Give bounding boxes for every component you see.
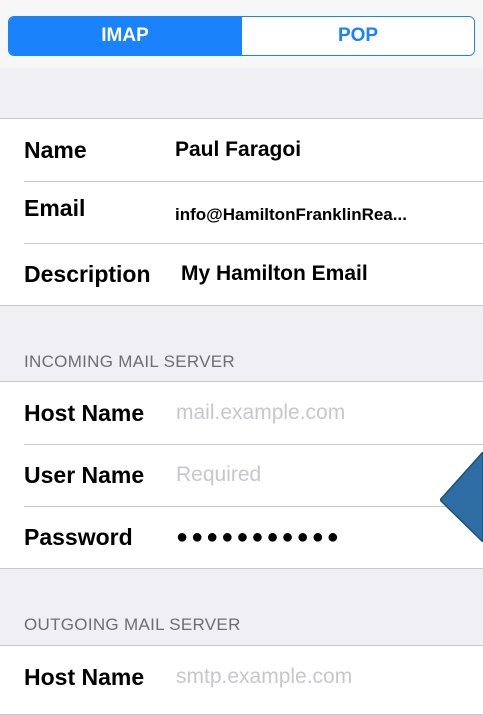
pop-segment[interactable]: POP xyxy=(241,17,474,55)
user-name-input[interactable]: Required xyxy=(176,463,261,487)
incoming-host-label: Host Name xyxy=(24,399,145,426)
user-name-row[interactable]: User Name Required xyxy=(0,444,483,506)
outgoing-server-group: Host Name smtp.example.com xyxy=(0,645,483,715)
pointer-arrow-icon xyxy=(440,452,483,542)
imap-segment[interactable]: IMAP xyxy=(9,17,241,55)
description-label: Description xyxy=(24,260,151,287)
incoming-server-header: INCOMING MAIL SERVER xyxy=(24,352,235,371)
description-row[interactable]: Description My Hamilton Email xyxy=(0,243,483,305)
incoming-host-input[interactable]: mail.example.com xyxy=(176,401,345,425)
name-label: Name xyxy=(24,136,87,163)
protocol-segmented-control: IMAP POP xyxy=(8,16,475,56)
protocol-selector-bar: IMAP POP xyxy=(0,0,483,68)
outgoing-host-input[interactable]: smtp.example.com xyxy=(176,665,352,689)
outgoing-server-header: OUTGOING MAIL SERVER xyxy=(24,615,241,634)
name-row[interactable]: Name Paul Faragoi xyxy=(0,119,483,181)
incoming-server-group: Host Name mail.example.com User Name Req… xyxy=(0,381,483,569)
email-row[interactable]: Email info@HamiltonFranklinRea... xyxy=(0,181,483,243)
incoming-host-row[interactable]: Host Name mail.example.com xyxy=(0,382,483,444)
password-label: Password xyxy=(24,523,133,550)
outgoing-host-row[interactable]: Host Name smtp.example.com xyxy=(0,646,483,708)
outgoing-host-label: Host Name xyxy=(24,663,145,690)
email-value[interactable]: info@HamiltonFranklinRea... xyxy=(175,205,407,225)
email-label: Email xyxy=(24,195,86,221)
description-value[interactable]: My Hamilton Email xyxy=(181,262,368,286)
name-value[interactable]: Paul Faragoi xyxy=(175,138,301,162)
password-input[interactable]: ●●●●●●●●●●● xyxy=(176,526,342,549)
account-info-group: Name Paul Faragoi Email info@HamiltonFra… xyxy=(0,118,483,306)
user-name-label: User Name xyxy=(24,461,145,488)
password-row[interactable]: Password ●●●●●●●●●●● xyxy=(0,506,483,568)
